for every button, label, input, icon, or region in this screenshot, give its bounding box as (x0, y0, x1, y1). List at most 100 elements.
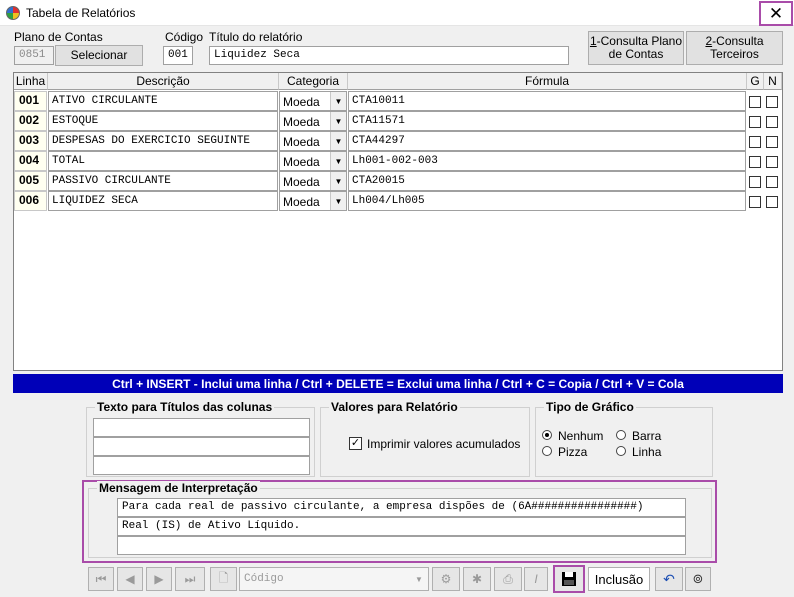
row-formula[interactable]: Lh004/Lh005 (348, 191, 746, 211)
table-row[interactable]: 006 LIQUIDEZ SECA Moeda ▼ Lh004/Lh005 (14, 191, 782, 211)
row-line: 003 (14, 131, 47, 151)
row-g-checkbox[interactable] (749, 116, 761, 128)
next-icon: ▶ (154, 572, 164, 586)
consulta-terceiros-button[interactable]: 2-Consulta Terceiros (686, 31, 783, 65)
row-n-checkbox[interactable] (766, 196, 778, 208)
tools-button[interactable]: ✱ (463, 567, 491, 591)
consulta-plano-button[interactable]: 1-Consulta Plano de Contas (588, 31, 684, 65)
row-description[interactable]: TOTAL (48, 151, 278, 171)
app-icon (6, 6, 20, 20)
new-doc-button[interactable]: 🗋 (210, 567, 237, 591)
consulta-plano-key: 1 (589, 34, 597, 48)
radio-pizza-label: Pizza (558, 445, 588, 459)
chevron-down-icon[interactable]: ▼ (412, 571, 426, 587)
plano-field[interactable]: 0851 (14, 46, 54, 65)
message-line-2[interactable]: Real (IS) de Ativo Líquido. (117, 517, 686, 536)
row-formula[interactable]: CTA44297 (348, 131, 746, 151)
col-linha: Linha (14, 73, 48, 90)
consulta-plano-text: -Consulta Plano (596, 34, 683, 48)
titulo-field[interactable]: Liquidez Seca (209, 46, 569, 65)
row-n-checkbox[interactable] (766, 136, 778, 148)
interpretation-message-title: Mensagem de Interpretação (97, 481, 260, 495)
col-categoria: Categoria (279, 73, 348, 90)
row-g-checkbox[interactable] (749, 176, 761, 188)
chevron-down-icon[interactable]: ▼ (330, 192, 346, 210)
row-g-checkbox[interactable] (749, 96, 761, 108)
table-row[interactable]: 005 PASSIVO CIRCULANTE Moeda ▼ CTA20015 (14, 171, 782, 191)
row-category-select[interactable]: Moeda ▼ (279, 91, 347, 111)
row-formula[interactable]: CTA10011 (348, 91, 746, 111)
codigo-field[interactable]: 001 (163, 46, 193, 65)
report-grid[interactable]: Linha Descrição Categoria Fórmula G N 00… (13, 72, 783, 371)
chevron-down-icon[interactable]: ▼ (330, 92, 346, 110)
codigo-label: Código (165, 30, 204, 44)
table-row[interactable]: 002 ESTOQUE Moeda ▼ CTA11571 (14, 111, 782, 131)
row-n-checkbox[interactable] (766, 156, 778, 168)
chart-type-group: Tipo de Gráfico Nenhum Barra Pizza Linha (535, 400, 713, 477)
column-title-input-2[interactable] (93, 437, 310, 456)
row-category-value: Moeda (283, 95, 320, 109)
tools-icon: ✱ (471, 572, 483, 586)
row-category-select[interactable]: Moeda ▼ (279, 131, 347, 151)
row-category-select[interactable]: Moeda ▼ (279, 191, 347, 211)
row-category-select[interactable]: Moeda ▼ (279, 111, 347, 131)
row-g-checkbox[interactable] (749, 156, 761, 168)
chevron-down-icon[interactable]: ▼ (330, 152, 346, 170)
select-button[interactable]: Selecionar (55, 45, 143, 66)
radio-linha[interactable] (616, 446, 626, 456)
row-n-checkbox[interactable] (766, 116, 778, 128)
col-formula: Fórmula (348, 73, 747, 90)
accumulated-checkbox[interactable]: ✓ (349, 437, 362, 450)
first-icon: ⏮ (95, 571, 107, 586)
row-formula[interactable]: CTA20015 (348, 171, 746, 191)
row-description[interactable]: ATIVO CIRCULANTE (48, 91, 278, 111)
row-description[interactable]: ESTOQUE (48, 111, 278, 131)
row-description[interactable]: LIQUIDEZ SECA (48, 191, 278, 211)
consulta-terceiros-text: -Consulta (712, 34, 764, 48)
message-line-1[interactable]: Para cada real de passivo circulante, a … (117, 498, 686, 517)
row-n-checkbox[interactable] (766, 96, 778, 108)
table-row[interactable]: 001 ATIVO CIRCULANTE Moeda ▼ CTA10011 (14, 91, 782, 111)
table-row[interactable]: 003 DESPESAS DO EXERCICIO SEGUINTE Moeda… (14, 131, 782, 151)
last-record-button[interactable]: ⏭ (175, 567, 205, 591)
row-category-select[interactable]: Moeda ▼ (279, 171, 347, 191)
message-line-3[interactable] (117, 536, 686, 555)
italic-button[interactable]: I (524, 567, 548, 591)
next-record-button[interactable]: ▶ (146, 567, 172, 591)
row-category-select[interactable]: Moeda ▼ (279, 151, 347, 171)
column-title-input-3[interactable] (93, 456, 310, 475)
save-button[interactable] (553, 565, 585, 593)
first-record-button[interactable]: ⏮ (88, 567, 114, 591)
row-formula[interactable]: CTA11571 (348, 111, 746, 131)
chevron-down-icon[interactable]: ▼ (330, 112, 346, 130)
code-search-select[interactable]: Código ▼ (239, 567, 429, 591)
row-n-checkbox[interactable] (766, 176, 778, 188)
row-formula[interactable]: Lh001-002-003 (348, 151, 746, 171)
document-icon: 🗋 (218, 570, 229, 585)
print-button[interactable]: ⎙ (494, 567, 522, 591)
prev-record-button[interactable]: ◀ (117, 567, 143, 591)
chevron-down-icon[interactable]: ▼ (330, 132, 346, 150)
row-g-checkbox[interactable] (749, 196, 761, 208)
col-g: G (747, 73, 764, 90)
radio-barra[interactable] (616, 430, 626, 440)
row-g-checkbox[interactable] (749, 136, 761, 148)
row-category-value: Moeda (283, 155, 320, 169)
row-description[interactable]: PASSIVO CIRCULANTE (48, 171, 278, 191)
window-title: Tabela de Relatórios (26, 6, 136, 20)
chevron-down-icon[interactable]: ▼ (330, 172, 346, 190)
radio-pizza[interactable] (542, 446, 552, 456)
config-button[interactable]: ⚙ (432, 567, 460, 591)
column-titles-group: Texto para Títulos das colunas (86, 400, 315, 477)
radio-nenhum[interactable] (542, 430, 552, 440)
column-title-input-1[interactable] (93, 418, 310, 437)
row-description[interactable]: DESPESAS DO EXERCICIO SEGUINTE (48, 131, 278, 151)
table-row[interactable]: 004 TOTAL Moeda ▼ Lh001-002-003 (14, 151, 782, 171)
search-button[interactable]: ⊚ (685, 567, 711, 591)
close-button[interactable]: ✕ (759, 1, 793, 26)
titulo-label: Título do relatório (209, 30, 303, 44)
title-bar: Tabela de Relatórios ✕ (0, 0, 794, 26)
row-line: 005 (14, 171, 47, 191)
undo-button[interactable]: ↶ (655, 567, 683, 591)
column-titles-title: Texto para Títulos das colunas (95, 400, 275, 414)
